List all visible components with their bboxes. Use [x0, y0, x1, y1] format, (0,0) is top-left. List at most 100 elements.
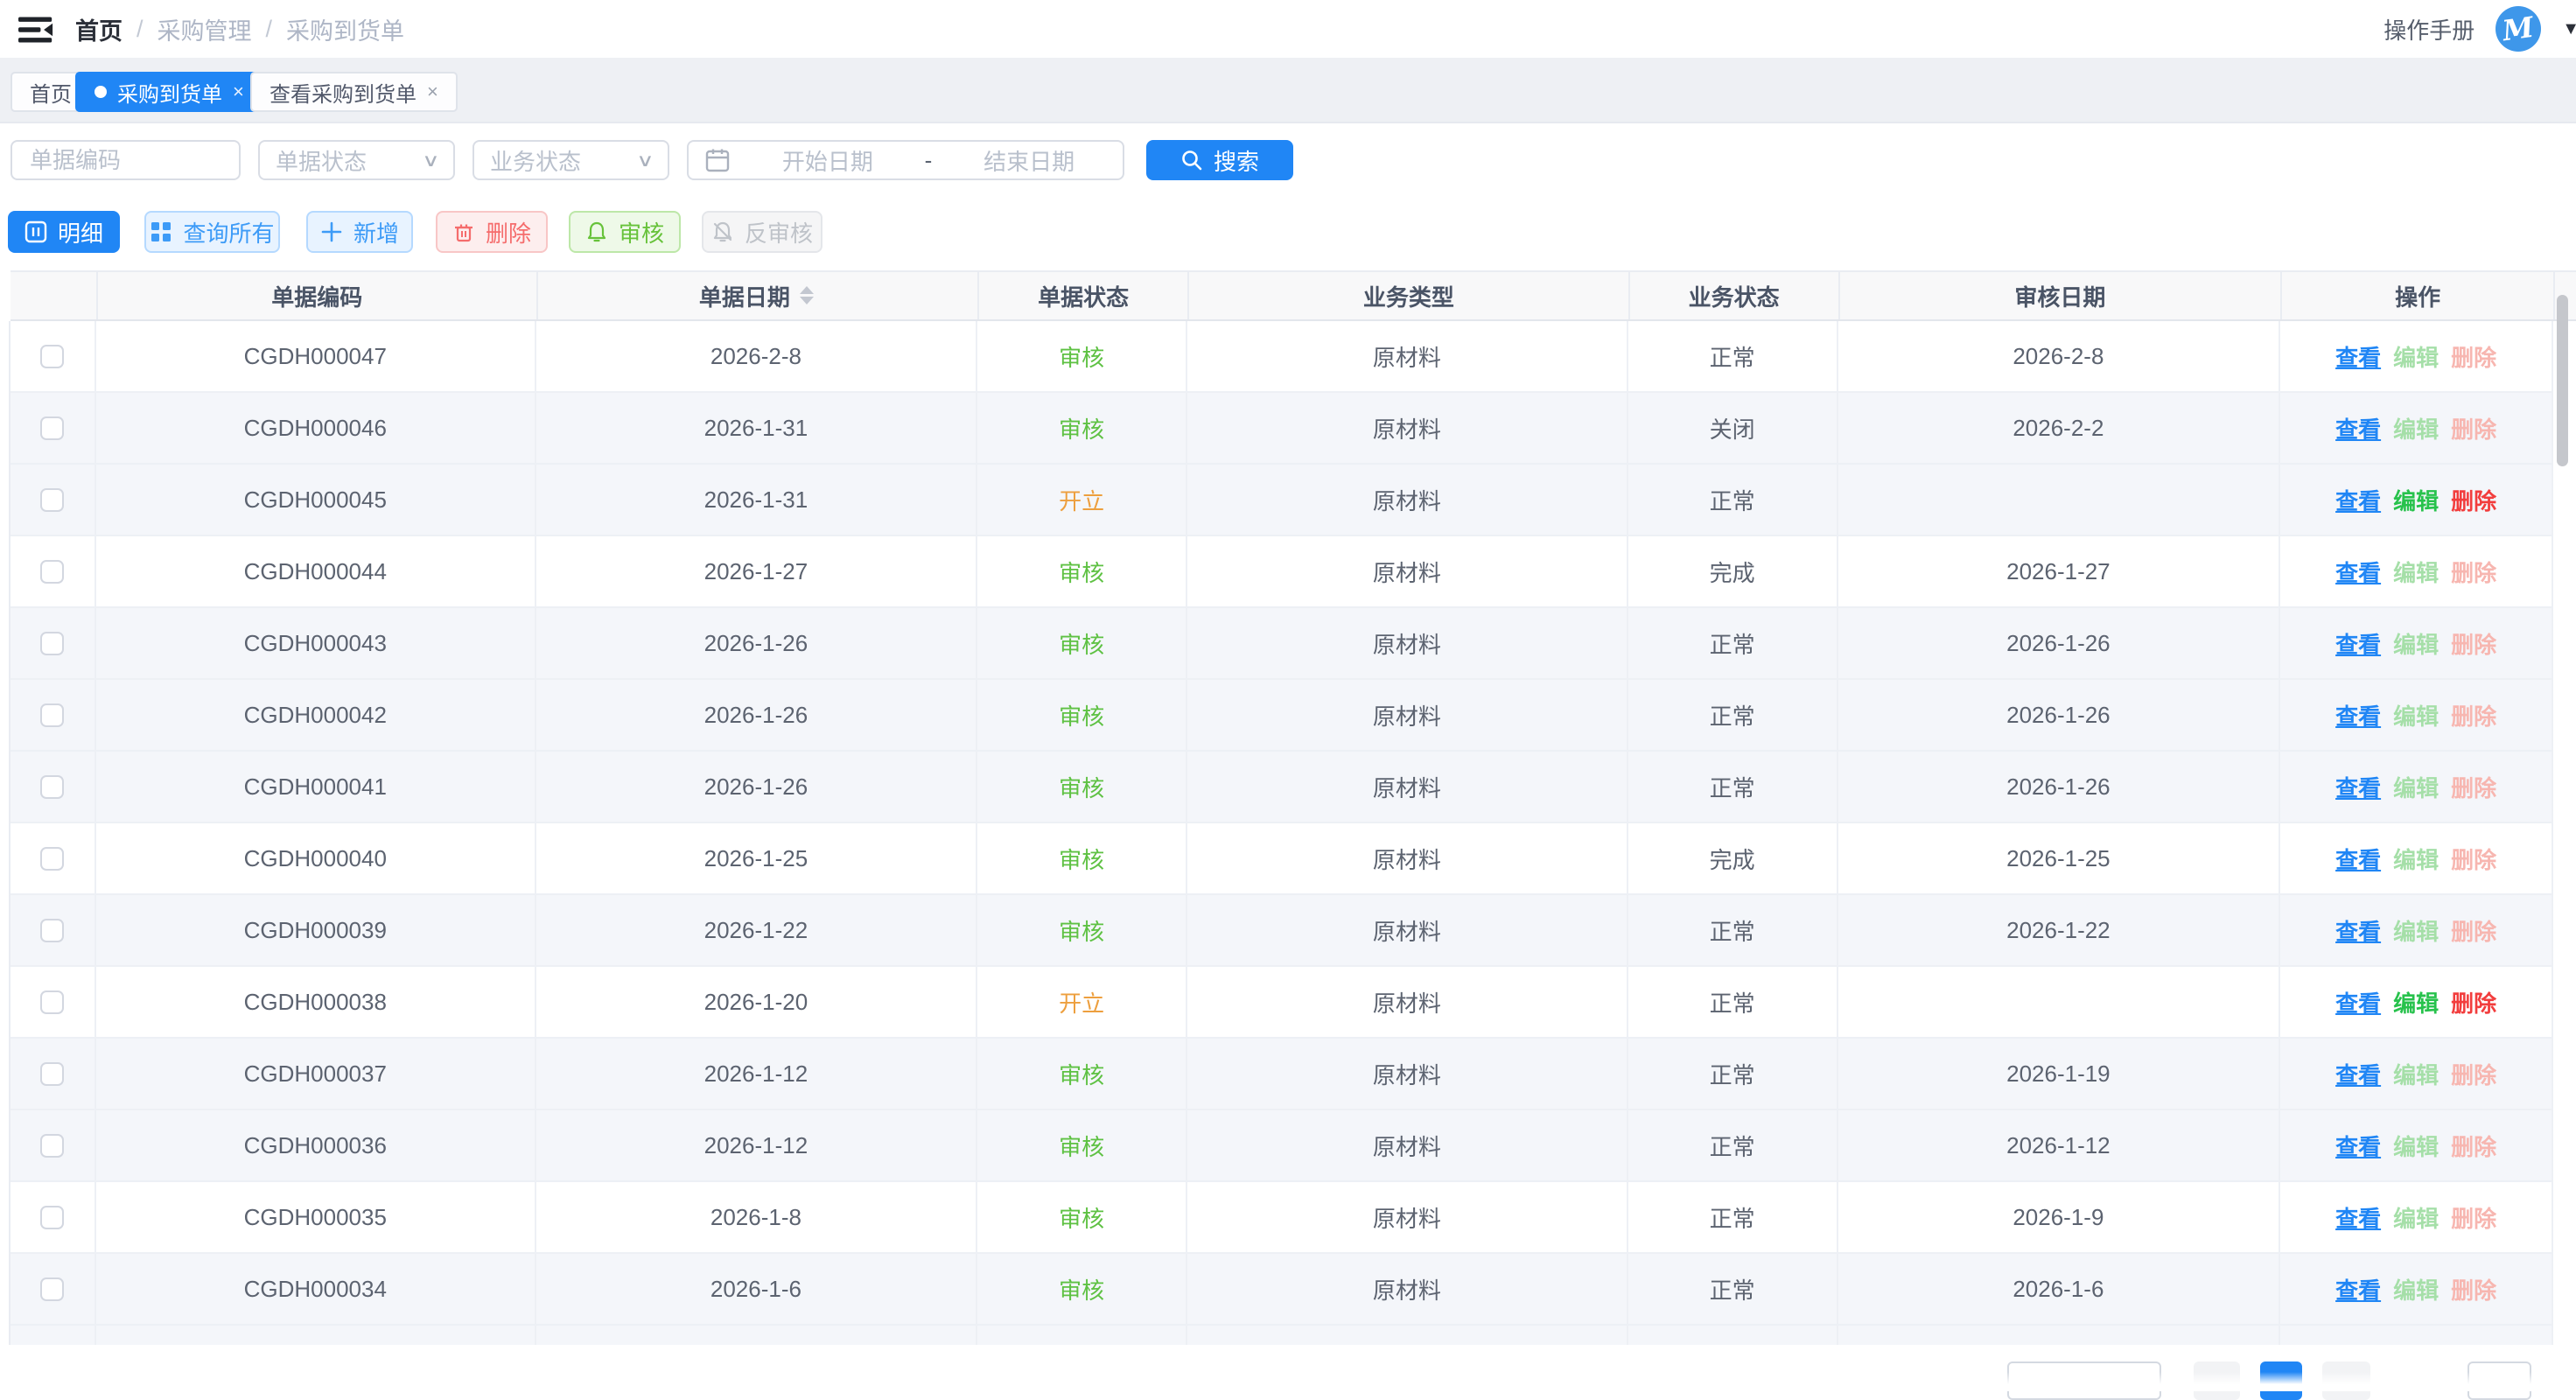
- action-edit[interactable]: 编辑: [2393, 699, 2439, 732]
- action-delete[interactable]: 删除: [2451, 556, 2496, 588]
- action-edit[interactable]: 编辑: [2393, 556, 2439, 588]
- action-delete[interactable]: 删除: [2451, 412, 2496, 444]
- action-edit[interactable]: 编辑: [2393, 1058, 2439, 1090]
- col-audit-date[interactable]: 审核日期: [1840, 272, 2283, 319]
- end-date-placeholder[interactable]: 结束日期: [951, 144, 1107, 177]
- user-avatar[interactable]: M: [2496, 6, 2541, 52]
- menu-fold-icon[interactable]: [16, 12, 56, 47]
- row-checkbox[interactable]: [40, 919, 64, 942]
- add-button[interactable]: 新增: [306, 211, 413, 253]
- operation-manual-link[interactable]: 操作手册: [2384, 13, 2474, 46]
- jump-page-input[interactable]: [2468, 1362, 2531, 1400]
- action-delete[interactable]: 删除: [2451, 986, 2496, 1018]
- action-edit[interactable]: 编辑: [2393, 1201, 2439, 1234]
- detail-button[interactable]: 明细: [8, 211, 120, 253]
- action-view[interactable]: 查看: [2335, 1130, 2381, 1162]
- vertical-scrollbar-thumb[interactable]: [2557, 295, 2568, 466]
- doc-code-input[interactable]: [30, 147, 221, 174]
- action-delete[interactable]: 删除: [2451, 1201, 2496, 1234]
- row-checkbox[interactable]: [40, 345, 64, 368]
- breadcrumb-purchase-management[interactable]: 采购管理: [158, 12, 252, 46]
- tab-purchase-receipt-active[interactable]: 采购到货单 ×: [75, 72, 263, 112]
- delete-button[interactable]: 删除: [436, 211, 548, 253]
- doc-status-select[interactable]: 单据状态 ∨: [258, 140, 455, 180]
- action-view[interactable]: 查看: [2335, 556, 2381, 588]
- action-delete[interactable]: 删除: [2451, 1130, 2496, 1162]
- action-delete[interactable]: 删除: [2451, 771, 2496, 803]
- cell-doc-code: CGDH000038: [96, 967, 536, 1037]
- biz-status-select[interactable]: 业务状态 ∨: [472, 140, 669, 180]
- sort-icon[interactable]: [797, 285, 816, 306]
- unaudit-button-disabled[interactable]: 反审核: [702, 211, 822, 253]
- next-page-button[interactable]: [2322, 1362, 2370, 1400]
- action-edit[interactable]: 编辑: [2393, 340, 2439, 373]
- row-checkbox[interactable]: [40, 847, 64, 871]
- table-row: CGDH0000342026-1-6审核原材料正常2026-1-6查看编辑删除: [10, 1254, 2553, 1326]
- action-view[interactable]: 查看: [2335, 627, 2381, 660]
- action-view[interactable]: 查看: [2335, 914, 2381, 947]
- topbar-right: 操作手册 M ▼: [2384, 0, 2564, 58]
- action-edit[interactable]: 编辑: [2393, 771, 2439, 803]
- row-checkbox[interactable]: [40, 1134, 64, 1158]
- action-view[interactable]: 查看: [2335, 771, 2381, 803]
- start-date-placeholder[interactable]: 开始日期: [750, 144, 906, 177]
- action-view[interactable]: 查看: [2335, 1273, 2381, 1306]
- row-checkbox[interactable]: [40, 488, 64, 512]
- action-delete[interactable]: 删除: [2451, 843, 2496, 875]
- action-delete[interactable]: 删除: [2451, 1058, 2496, 1090]
- action-delete[interactable]: 删除: [2451, 1273, 2496, 1306]
- action-view[interactable]: 查看: [2335, 412, 2381, 444]
- row-checkbox[interactable]: [40, 990, 64, 1014]
- tab-close-icon[interactable]: ×: [427, 80, 438, 103]
- action-delete[interactable]: 删除: [2451, 699, 2496, 732]
- action-edit[interactable]: 编辑: [2393, 412, 2439, 444]
- cell-doc-date: 2026-1-8: [536, 1182, 978, 1252]
- row-checkbox[interactable]: [40, 1206, 64, 1229]
- search-button[interactable]: 搜索: [1146, 140, 1293, 180]
- action-view[interactable]: 查看: [2335, 1201, 2381, 1234]
- cell-biz-status: 正常: [1628, 1254, 1838, 1324]
- current-page-button[interactable]: [2260, 1362, 2302, 1400]
- row-checkbox[interactable]: [40, 1278, 64, 1301]
- action-edit[interactable]: 编辑: [2393, 986, 2439, 1018]
- user-menu-caret-icon[interactable]: ▼: [2562, 19, 2576, 39]
- breadcrumb-home[interactable]: 首页: [75, 12, 122, 46]
- action-delete[interactable]: 删除: [2451, 340, 2496, 373]
- query-all-button[interactable]: 查询所有: [144, 211, 280, 253]
- tab-close-icon[interactable]: ×: [233, 80, 244, 103]
- page-size-select[interactable]: [2007, 1362, 2161, 1400]
- col-doc-code[interactable]: 单据编码: [98, 272, 538, 319]
- action-edit[interactable]: 编辑: [2393, 484, 2439, 516]
- action-view[interactable]: 查看: [2335, 699, 2381, 732]
- action-edit[interactable]: 编辑: [2393, 1273, 2439, 1306]
- row-checkbox[interactable]: [40, 560, 64, 584]
- action-view[interactable]: 查看: [2335, 1058, 2381, 1090]
- row-checkbox[interactable]: [40, 1062, 64, 1086]
- action-edit[interactable]: 编辑: [2393, 914, 2439, 947]
- cell-audit-date: 2026-1-25: [1838, 823, 2281, 893]
- col-biz-status[interactable]: 业务状态: [1630, 272, 1840, 319]
- action-view[interactable]: 查看: [2335, 484, 2381, 516]
- action-edit[interactable]: 编辑: [2393, 627, 2439, 660]
- col-doc-status[interactable]: 单据状态: [979, 272, 1189, 319]
- date-range-picker[interactable]: 开始日期 - 结束日期: [687, 140, 1124, 180]
- action-delete[interactable]: 删除: [2451, 627, 2496, 660]
- col-biz-type[interactable]: 业务类型: [1189, 272, 1630, 319]
- cell-biz-type: 原材料: [1187, 752, 1628, 822]
- action-view[interactable]: 查看: [2335, 986, 2381, 1018]
- action-delete[interactable]: 删除: [2451, 914, 2496, 947]
- row-checkbox[interactable]: [40, 704, 64, 727]
- row-checkbox[interactable]: [40, 416, 64, 440]
- row-checkbox[interactable]: [40, 632, 64, 655]
- col-doc-date[interactable]: 单据日期: [538, 272, 980, 319]
- action-edit[interactable]: 编辑: [2393, 1130, 2439, 1162]
- cell-audit-date: 2026-1-26: [1838, 608, 2281, 678]
- audit-button[interactable]: 审核: [569, 211, 681, 253]
- prev-page-button[interactable]: [2194, 1362, 2240, 1400]
- action-edit[interactable]: 编辑: [2393, 843, 2439, 875]
- row-checkbox[interactable]: [40, 775, 64, 799]
- tab-view-purchase-receipt[interactable]: 查看采购到货单 ×: [250, 72, 458, 112]
- action-view[interactable]: 查看: [2335, 843, 2381, 875]
- action-view[interactable]: 查看: [2335, 340, 2381, 373]
- action-delete[interactable]: 删除: [2451, 484, 2496, 516]
